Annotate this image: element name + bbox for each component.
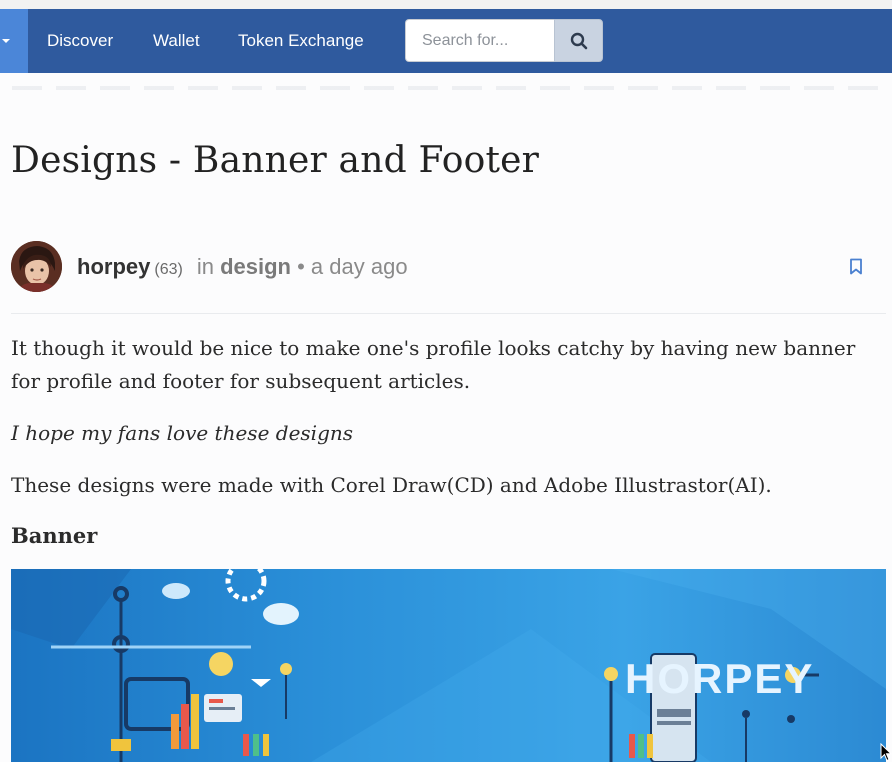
avatar-portrait (11, 241, 62, 292)
banner-logo-text: HORPEY (625, 655, 815, 702)
separator-dot: • (297, 254, 305, 279)
nav-link-wallet[interactable]: Wallet (153, 31, 200, 51)
author-name[interactable]: horpey (77, 254, 150, 279)
search-button[interactable] (554, 19, 603, 62)
bookmark-button[interactable] (849, 258, 863, 280)
post-time[interactable]: a day ago (311, 254, 408, 279)
in-label: in (196, 254, 214, 279)
bookmark-icon (850, 258, 862, 275)
category-link[interactable]: design (220, 254, 291, 279)
browser-top-strip (0, 0, 892, 9)
author-divider (11, 313, 886, 314)
author-info-line: horpey (63) in design • a day ago (77, 254, 408, 280)
post-title: Designs - Banner and Footer (11, 140, 540, 181)
author-reputation: (63) (154, 261, 183, 278)
mouse-cursor-icon (880, 742, 892, 762)
menu-dropdown-button[interactable] (0, 9, 28, 73)
banner-image: HORPEY (11, 569, 886, 762)
top-navbar: Discover Wallet Token Exchange (0, 9, 892, 73)
section-heading-banner: Banner (11, 523, 98, 548)
search-input[interactable] (405, 19, 555, 62)
paragraph-italic: I hope my fans love these designs (11, 421, 354, 445)
search-icon (570, 32, 588, 50)
paragraph-tools: These designs were made with Corel Draw(… (11, 473, 772, 497)
nav-link-discover[interactable]: Discover (47, 31, 113, 51)
author-avatar[interactable] (11, 241, 62, 292)
nav-link-token-exchange[interactable]: Token Exchange (238, 31, 364, 51)
caret-down-icon (2, 39, 10, 43)
paragraph-intro: It though it would be nice to make one's… (11, 336, 856, 393)
faint-divider (12, 86, 880, 90)
